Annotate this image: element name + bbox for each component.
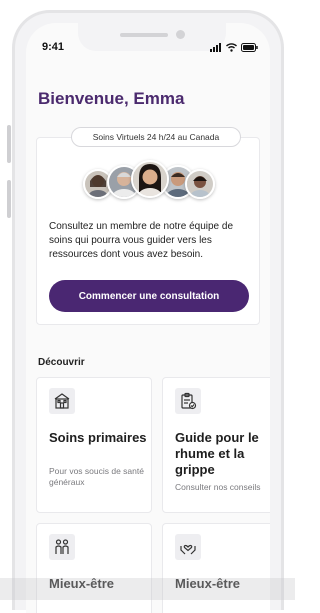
virtual-care-card: Soins Virtuels 24 h/24 au Canada Consult… bbox=[36, 127, 260, 325]
welcome-heading: Bienvenue, Emma bbox=[38, 89, 185, 108]
phone-side-button bbox=[7, 125, 11, 163]
clipboard-check-icon bbox=[175, 388, 201, 414]
phone-side-button bbox=[7, 180, 11, 218]
care-team-avatars bbox=[37, 160, 259, 206]
care-team-avatar bbox=[185, 169, 215, 199]
tile-subtitle: Consulter nos conseils bbox=[175, 482, 261, 492]
app-screen: 9:41 Bienvenue, Emma Soins Virtuels 24 h… bbox=[26, 23, 270, 613]
phone-frame: 9:41 Bienvenue, Emma Soins Virtuels 24 h… bbox=[12, 10, 284, 613]
battery-icon bbox=[241, 43, 258, 52]
discover-heading: Découvrir bbox=[38, 357, 85, 368]
discover-tile-cold-flu-guide[interactable]: Guide pour le rhume et la grippe Consult… bbox=[162, 377, 270, 513]
tile-title: Soins primaires bbox=[49, 430, 147, 445]
bottom-edge-shadow bbox=[0, 578, 295, 600]
speaker-grille bbox=[120, 33, 168, 37]
tile-title: Guide pour le rhume et la grippe bbox=[175, 430, 259, 477]
signal-icon bbox=[210, 43, 221, 52]
start-consultation-button[interactable]: Commencer une consultation bbox=[49, 280, 249, 312]
status-time: 9:41 bbox=[42, 41, 65, 53]
front-camera bbox=[176, 30, 185, 39]
discover-tile-primary-care[interactable]: Soins primaires Pour vos soucis de santé… bbox=[36, 377, 152, 513]
clinic-building-icon bbox=[49, 388, 75, 414]
status-bar: 9:41 bbox=[26, 23, 270, 63]
virtual-care-description: Consultez un membre de notre équipe de s… bbox=[49, 221, 234, 260]
status-icons bbox=[210, 43, 258, 52]
people-icon bbox=[49, 534, 75, 560]
tile-subtitle: Pour vos soucis de santé généraux bbox=[49, 466, 144, 487]
wifi-icon bbox=[226, 43, 237, 52]
phone-notch bbox=[78, 23, 226, 51]
virtual-care-badge: Soins Virtuels 24 h/24 au Canada bbox=[71, 127, 241, 147]
heart-hands-icon bbox=[175, 534, 201, 560]
care-team-avatar bbox=[131, 160, 169, 198]
